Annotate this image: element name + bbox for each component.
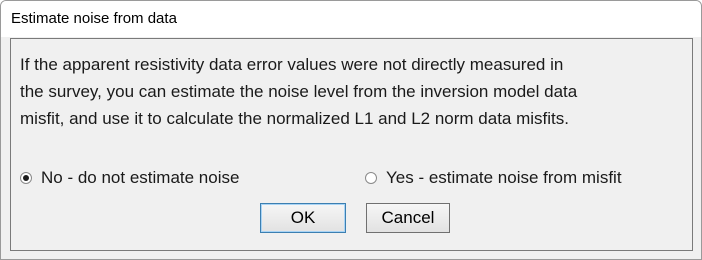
radio-option-no-label: No - do not estimate noise — [41, 168, 240, 187]
message-line: If the apparent resistivity data error v… — [20, 55, 564, 74]
radio-option-yes[interactable]: Yes - estimate noise from misfit — [365, 167, 622, 189]
message-text: If the apparent resistivity data error v… — [20, 51, 686, 132]
ok-button[interactable]: OK — [260, 203, 346, 233]
dialog-title: Estimate noise from data — [11, 10, 177, 27]
cancel-button[interactable]: Cancel — [366, 203, 450, 233]
radio-unselected-icon[interactable] — [365, 172, 377, 184]
title-bar: Estimate noise from data — [1, 1, 701, 37]
message-line: the survey, you can estimate the noise l… — [20, 82, 578, 101]
radio-option-yes-label: Yes - estimate noise from misfit — [386, 168, 622, 187]
radio-option-no[interactable]: No - do not estimate noise — [20, 167, 239, 189]
dialog-content-panel: If the apparent resistivity data error v… — [10, 38, 693, 251]
message-line: misfit, and use it to calculate the norm… — [20, 109, 569, 128]
dialog-window: Estimate noise from data If the apparent… — [0, 0, 702, 260]
radio-selected-icon[interactable] — [20, 172, 32, 184]
